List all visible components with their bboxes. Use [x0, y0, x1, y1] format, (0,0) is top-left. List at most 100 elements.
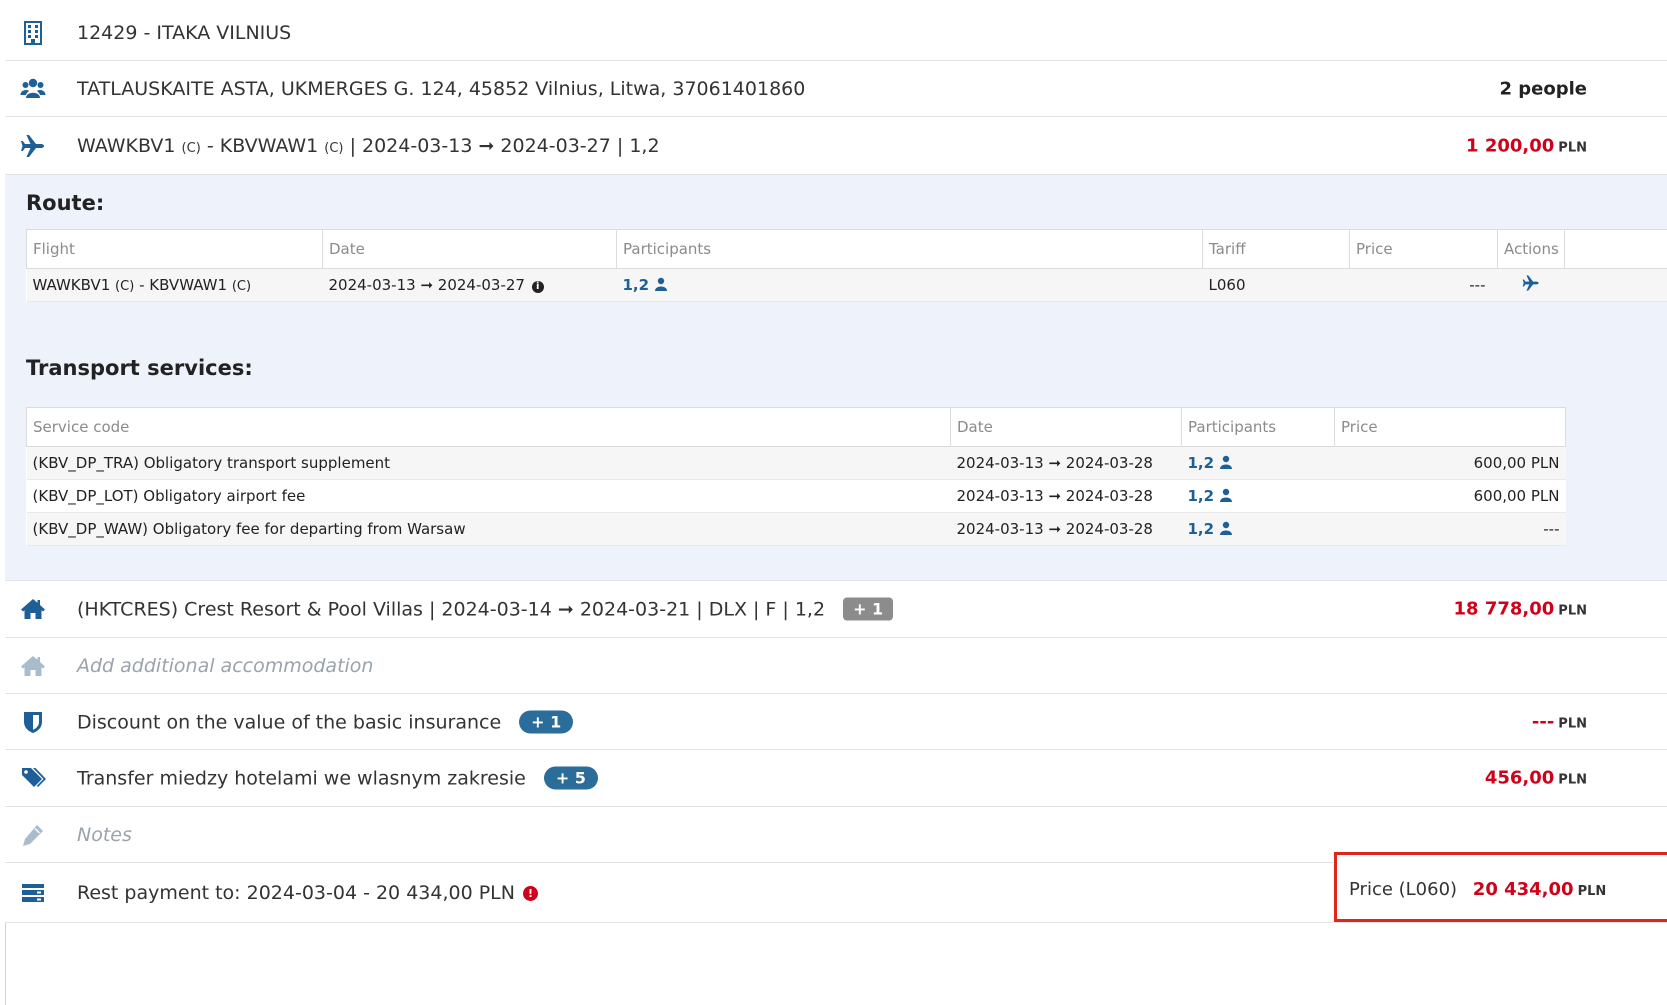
insurance-row[interactable]: Discount on the value of the basic insur…	[5, 694, 1667, 750]
alert-icon[interactable]: !	[523, 886, 538, 901]
service-code: (KBV_DP_WAW) Obligatory fee for departin…	[27, 513, 951, 546]
payment-summary: Rest payment to: 2024-03-04 - 20 434,00 …	[77, 882, 538, 904]
col-flight: Flight	[27, 230, 323, 269]
client-text: TATLAUSKAITE ASTA, UKMERGES G. 124, 4585…	[77, 78, 805, 100]
route-price: ---	[1350, 269, 1498, 302]
table-row: (KBV_DP_TRA) Obligatory transport supple…	[27, 447, 1566, 480]
agency-row: 12429 - ITAKA VILNIUS	[5, 5, 1667, 61]
col-date: Date	[323, 230, 617, 269]
route-date-cell: 2024-03-13 ➞ 2024-03-27 i	[323, 269, 617, 302]
col-service-date: Date	[951, 408, 1182, 447]
route-table: Flight Date Participants Tariff Price Ac…	[26, 229, 1667, 302]
insurance-price-value: ---	[1532, 711, 1554, 732]
service-price: 600,00 PLN	[1335, 480, 1566, 513]
plane-icon	[20, 133, 46, 159]
transfer-summary: Transfer miedzy hotelami we wlasnym zakr…	[77, 767, 598, 790]
hotel-price: 18 778,00PLN	[1454, 599, 1587, 620]
transport-heading: Transport services:	[26, 356, 253, 380]
transport-header-row: Service code Date Participants Price	[27, 408, 1566, 447]
table-row: (KBV_DP_LOT) Obligatory airport fee 2024…	[27, 480, 1566, 513]
flight-price-value: 1 200,00	[1466, 135, 1554, 156]
currency-label: PLN	[1558, 140, 1587, 155]
insurance-extra-badge[interactable]: + 1	[519, 710, 573, 733]
hotel-extra-badge[interactable]: + 1	[843, 598, 893, 621]
col-tariff: Tariff	[1203, 230, 1350, 269]
route-flight-to: KBVWAW1	[149, 276, 227, 294]
info-icon[interactable]: i	[532, 281, 544, 293]
hotel-text: (HKTCRES) Crest Resort & Pool Villas | 2…	[77, 599, 825, 621]
flight-to: KBVWAW1	[220, 135, 319, 157]
total-price: Price (L060) 20 434,00 PLN	[1349, 879, 1606, 900]
flight-class: (C)	[182, 141, 201, 156]
building-icon	[20, 20, 46, 46]
route-action-cell[interactable]	[1498, 269, 1565, 302]
plane-action-icon[interactable]	[1522, 274, 1540, 292]
col-service-participants: Participants	[1182, 408, 1335, 447]
agency-text: 12429 - ITAKA VILNIUS	[77, 22, 291, 44]
add-accommodation-row[interactable]: Add additional accommodation	[5, 638, 1667, 694]
col-filler	[1565, 230, 1667, 269]
transfer-price: 456,00PLN	[1485, 768, 1587, 789]
route-flight-cell: WAWKBV1 (C) - KBVWAW1 (C)	[27, 269, 323, 302]
service-participants-cell[interactable]: 1,2	[1182, 513, 1335, 546]
currency-label: PLN	[1558, 716, 1587, 731]
people-count: 2 people	[1499, 78, 1587, 99]
service-date: 2024-03-13 ➞ 2024-03-28	[951, 513, 1182, 546]
service-date: 2024-03-13 ➞ 2024-03-28	[951, 480, 1182, 513]
route-participants-cell[interactable]: 1,2	[617, 269, 1203, 302]
add-accommodation-link[interactable]: Add additional accommodation	[77, 655, 373, 677]
service-code: (KBV_DP_TRA) Obligatory transport supple…	[27, 447, 951, 480]
flight-row[interactable]: WAWKBV1 (C) - KBVWAW1 (C) | 2024-03-13 ➞…	[5, 117, 1667, 175]
col-actions: Actions	[1498, 230, 1565, 269]
service-code: (KBV_DP_LOT) Obligatory airport fee	[27, 480, 951, 513]
transfer-price-value: 456,00	[1485, 768, 1554, 789]
user-icon	[1219, 488, 1233, 502]
col-price: Price	[1350, 230, 1498, 269]
payment-icon	[20, 880, 46, 906]
flight-class-return: (C)	[324, 141, 343, 156]
col-service-price: Price	[1335, 408, 1566, 447]
service-participants-link[interactable]: 1,2	[1188, 520, 1215, 538]
route-participants-link[interactable]: 1,2	[623, 276, 650, 294]
service-participants-cell[interactable]: 1,2	[1182, 447, 1335, 480]
route-flight-separator: -	[139, 276, 144, 294]
user-icon	[654, 277, 668, 291]
route-heading: Route:	[26, 191, 104, 215]
service-participants-cell[interactable]: 1,2	[1182, 480, 1335, 513]
transfer-extra-badge[interactable]: + 5	[544, 767, 598, 790]
hotel-row[interactable]: (HKTCRES) Crest Resort & Pool Villas | 2…	[5, 581, 1667, 638]
user-icon	[1219, 521, 1233, 535]
flight-from: WAWKBV1	[77, 135, 176, 157]
route-header-row: Flight Date Participants Tariff Price Ac…	[27, 230, 1667, 269]
user-icon	[1219, 455, 1233, 469]
table-row: (KBV_DP_WAW) Obligatory fee for departin…	[27, 513, 1566, 546]
hotel-summary: (HKTCRES) Crest Resort & Pool Villas | 2…	[77, 598, 893, 621]
hotel-price-value: 18 778,00	[1454, 599, 1555, 620]
flight-separator: -	[207, 135, 214, 157]
service-price: 600,00 PLN	[1335, 447, 1566, 480]
transfer-row[interactable]: Transfer miedzy hotelami we wlasnym zakr…	[5, 750, 1667, 807]
transfer-text: Transfer miedzy hotelami we wlasnym zakr…	[77, 768, 526, 790]
pencil-icon	[20, 822, 46, 848]
users-icon	[20, 76, 46, 102]
table-row: WAWKBV1 (C) - KBVWAW1 (C) 2024-03-13 ➞ 2…	[27, 269, 1667, 302]
shield-icon	[20, 709, 46, 735]
currency-label: PLN	[1578, 884, 1607, 899]
tags-icon	[20, 765, 46, 791]
currency-label: PLN	[1558, 604, 1587, 619]
flight-price: 1 200,00 PLN	[1466, 135, 1587, 156]
total-price-value: 20 434,00	[1473, 879, 1574, 900]
service-participants-link[interactable]: 1,2	[1188, 454, 1215, 472]
client-row: TATLAUSKAITE ASTA, UKMERGES G. 124, 4585…	[5, 61, 1667, 117]
route-flight-class-return: (C)	[232, 279, 251, 294]
insurance-price: --- PLN	[1532, 711, 1587, 732]
route-flight-class: (C)	[115, 279, 134, 294]
insurance-summary: Discount on the value of the basic insur…	[77, 710, 573, 733]
notes-link[interactable]: Notes	[77, 824, 132, 846]
route-flight-from: WAWKBV1	[33, 276, 111, 294]
home-icon	[20, 596, 46, 622]
route-date: 2024-03-13 ➞ 2024-03-27	[329, 276, 525, 294]
total-price-label: Price (L060)	[1349, 879, 1457, 900]
service-price: ---	[1335, 513, 1566, 546]
service-participants-link[interactable]: 1,2	[1188, 487, 1215, 505]
